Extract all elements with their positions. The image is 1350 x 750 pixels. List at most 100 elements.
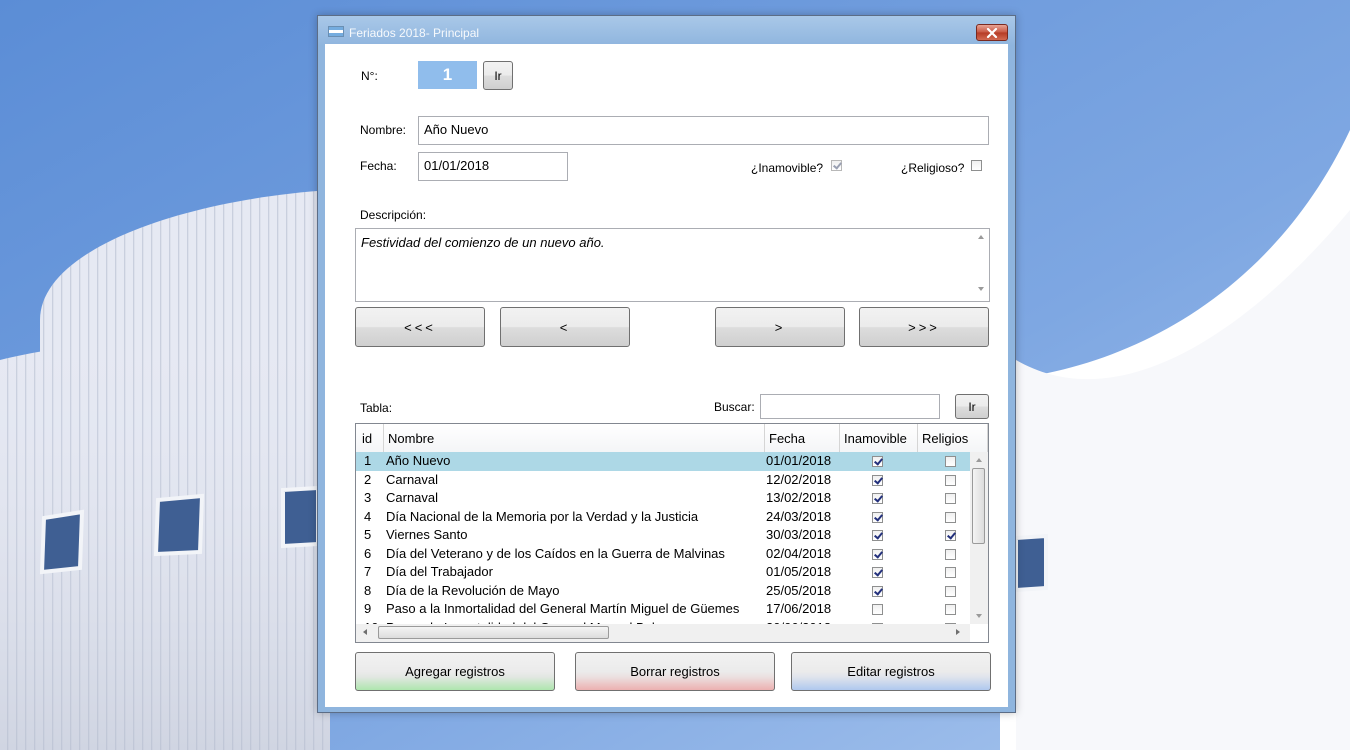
number-label: N°: [361, 69, 378, 83]
column-header-fecha[interactable]: Fecha [765, 424, 840, 452]
religioso-label: ¿Religioso? [901, 161, 965, 175]
cell-religioso-checkbox[interactable] [945, 585, 956, 597]
table-row[interactable]: 4 Día Nacional de la Memoria por la Verda… [356, 508, 970, 527]
table-row[interactable]: 7 Día del Trabajador 01/05/2018 [356, 563, 970, 582]
description-label: Descripción: [360, 208, 427, 222]
close-button[interactable] [976, 24, 1008, 41]
window-client-area: N°: 1 Ir Nombre: Año Nuevo Fecha: 01/01/… [325, 44, 1008, 707]
grid-header: id Nombre Fecha Inamovible Religios [356, 424, 988, 453]
cell-nombre: Viernes Santo [386, 527, 468, 542]
grid-horizontal-scrollbar[interactable] [356, 624, 970, 642]
cell-fecha: 02/04/2018 [766, 545, 832, 561]
cell-inamovible-checkbox[interactable] [872, 493, 883, 504]
cell-inamovible-checkbox[interactable] [872, 511, 883, 523]
previous-record-button[interactable]: < [500, 307, 630, 347]
table-row[interactable]: 1 Año Nuevo 01/01/2018 [356, 452, 970, 471]
cell-nombre: Año Nuevo [386, 453, 451, 468]
cell-religioso-checkbox[interactable] [945, 456, 956, 467]
cell-religioso-checkbox[interactable] [945, 567, 956, 578]
cell-religioso-checkbox[interactable] [945, 604, 956, 615]
search-input[interactable] [760, 394, 940, 419]
go-record-button[interactable]: Ir [483, 61, 513, 90]
inamovible-label: ¿Inamovible? [751, 161, 824, 175]
cell-inamovible-checkbox[interactable] [872, 530, 883, 541]
first-record-button[interactable]: <<< [355, 307, 485, 347]
cell-id: 7 [364, 564, 372, 579]
holidays-grid[interactable]: id Nombre Fecha Inamovible Religios 1 Año… [355, 423, 989, 643]
scroll-left-icon[interactable] [363, 629, 367, 635]
search-button[interactable]: Ir [955, 394, 989, 419]
scroll-down-icon[interactable] [978, 287, 984, 291]
date-label: Fecha: [360, 159, 397, 173]
cell-inamovible-checkbox[interactable] [872, 604, 883, 615]
add-records-button[interactable]: Agregar registros [355, 652, 555, 691]
cell-fecha: 01/05/2018 [766, 564, 832, 579]
table-row[interactable]: 3 Carnaval 13/02/2018 [356, 489, 970, 508]
cell-inamovible-checkbox[interactable] [872, 474, 883, 486]
cell-religioso-checkbox[interactable] [945, 511, 956, 523]
cell-fecha: 24/03/2018 [766, 508, 832, 524]
cell-nombre: Carnaval [386, 471, 439, 487]
table-label: Tabla: [360, 401, 393, 415]
scroll-down-icon[interactable] [976, 614, 982, 618]
column-header-id[interactable]: id [356, 424, 384, 452]
close-icon [986, 27, 998, 38]
cell-religioso-checkbox[interactable] [945, 493, 956, 504]
cell-id: 1 [364, 453, 372, 468]
flag-icon [328, 26, 344, 37]
description-text: Festividad del comienzo de un nuevo año. [361, 235, 605, 250]
name-label: Nombre: [360, 123, 407, 137]
scroll-right-icon[interactable] [956, 629, 960, 635]
cell-nombre: Día del Trabajador [386, 564, 493, 579]
cell-fecha: 17/06/2018 [766, 601, 832, 616]
last-record-button[interactable]: >>> [859, 307, 989, 347]
cell-id: 2 [364, 471, 372, 487]
record-number-field[interactable]: 1 [418, 61, 477, 89]
cell-fecha: 30/03/2018 [766, 527, 832, 542]
cell-fecha: 12/02/2018 [766, 471, 832, 487]
cell-inamovible-checkbox[interactable] [872, 548, 883, 560]
window-title: Feriados 2018- Principal [349, 26, 480, 40]
cell-nombre: Carnaval [386, 490, 439, 505]
name-input[interactable]: Año Nuevo [418, 116, 989, 145]
cell-id: 9 [364, 601, 372, 616]
cell-id: 3 [364, 490, 372, 505]
column-header-inamovible[interactable]: Inamovible [840, 424, 918, 452]
scroll-up-icon[interactable] [976, 458, 982, 462]
cell-fecha: 25/05/2018 [766, 582, 832, 598]
cell-inamovible-checkbox[interactable] [872, 456, 883, 467]
cell-inamovible-checkbox[interactable] [872, 585, 883, 597]
search-label: Buscar: [714, 400, 755, 414]
table-row[interactable]: 9 Paso a la Inmortalidad del General Mart… [356, 600, 970, 619]
cell-inamovible-checkbox[interactable] [872, 567, 883, 578]
inamovible-checkbox[interactable] [831, 160, 842, 171]
cell-religioso-checkbox[interactable] [945, 548, 956, 560]
table-row[interactable]: 8 Día de la Revolución de Mayo 25/05/2018 [356, 582, 970, 601]
table-row[interactable]: 2 Carnaval 12/02/2018 [356, 471, 970, 490]
column-header-nombre[interactable]: Nombre [384, 424, 765, 452]
vertical-scroll-thumb[interactable] [972, 468, 985, 544]
date-input[interactable]: 01/01/2018 [418, 152, 568, 181]
cell-nombre: Día Nacional de la Memoria por la Verdad… [386, 508, 699, 524]
horizontal-scroll-thumb[interactable] [378, 626, 609, 639]
title-bar[interactable]: Feriados 2018- Principal [318, 16, 1015, 45]
table-row[interactable]: 6 Día del Veterano y de los Caídos en la … [356, 545, 970, 564]
cell-religioso-checkbox[interactable] [945, 474, 956, 486]
religioso-checkbox[interactable] [971, 160, 982, 171]
column-header-religioso[interactable]: Religios [918, 424, 988, 452]
next-record-button[interactable]: > [715, 307, 845, 347]
table-row[interactable]: 5 Viernes Santo 30/03/2018 [356, 526, 970, 545]
grid-vertical-scrollbar[interactable] [970, 452, 988, 624]
cell-id: 4 [364, 508, 372, 524]
scroll-up-icon[interactable] [978, 235, 984, 239]
edit-records-button[interactable]: Editar registros [791, 652, 991, 691]
cell-id: 5 [364, 527, 372, 542]
cell-id: 6 [364, 545, 372, 561]
description-textarea[interactable]: Festividad del comienzo de un nuevo año. [355, 228, 990, 302]
description-scrollbar[interactable] [973, 229, 989, 301]
cell-fecha: 13/02/2018 [766, 490, 832, 505]
cell-nombre: Paso a la Inmortalidad del General Martí… [386, 601, 740, 616]
cell-id: 8 [364, 582, 372, 598]
delete-records-button[interactable]: Borrar registros [575, 652, 775, 691]
cell-religioso-checkbox[interactable] [945, 530, 956, 541]
